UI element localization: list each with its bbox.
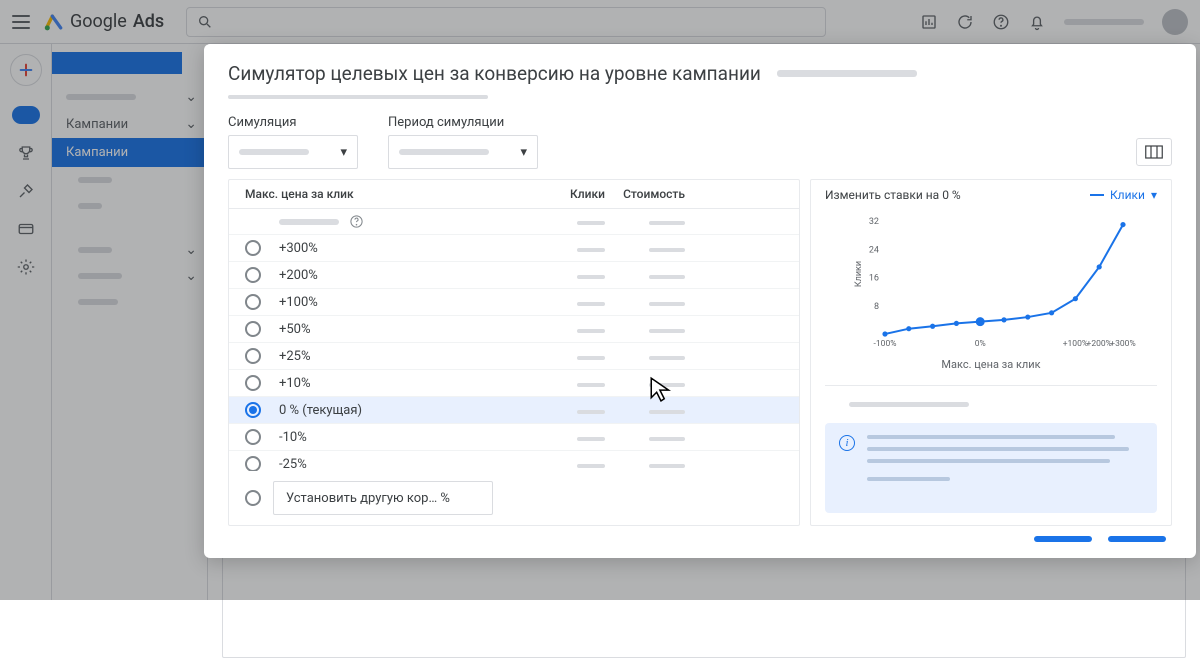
table-row[interactable]: -25%: [229, 451, 799, 471]
svg-text:+200%: +200%: [1087, 339, 1112, 349]
radio-option[interactable]: [245, 240, 261, 256]
table-row[interactable]: -10%: [229, 424, 799, 451]
col-cost: Стоимость: [605, 187, 685, 201]
modal-controls: Симуляция ▾ Период симуляции ▾: [228, 115, 1172, 169]
chart: 8 16 24 32 Клики -100% 0% +100%+200%+300%: [825, 206, 1157, 356]
custom-bid-row: Установить другую кор… %: [229, 471, 799, 525]
table-row[interactable]: 0 % (текущая): [229, 397, 799, 424]
table-row[interactable]: +200%: [229, 262, 799, 289]
svg-text:0%: 0%: [975, 339, 986, 349]
period-select: Период симуляции ▾: [388, 115, 538, 169]
col-max-cpc: Макс. цена за клик: [245, 187, 525, 201]
bid-change-label: +25%: [279, 349, 525, 364]
bid-change-label: -25%: [279, 457, 525, 472]
radio-option[interactable]: [245, 321, 261, 337]
table-row[interactable]: +10%: [229, 370, 799, 397]
help-icon[interactable]: [349, 214, 364, 229]
info-icon: i: [839, 435, 855, 451]
bid-change-label: +50%: [279, 322, 525, 337]
svg-text:+300%: +300%: [1110, 339, 1135, 349]
chart-panel: Изменить ставки на 0 % Клики ▾ 8 16 24 32 Кл…: [810, 179, 1172, 526]
table-row[interactable]: +25%: [229, 343, 799, 370]
layout-toggle[interactable]: [1136, 138, 1172, 166]
radio-option[interactable]: [245, 429, 261, 445]
period-dropdown[interactable]: ▾: [388, 135, 538, 169]
radio-option[interactable]: [245, 348, 261, 364]
custom-bid-input[interactable]: Установить другую кор… %: [273, 481, 493, 515]
radio-option[interactable]: [245, 456, 261, 471]
info-box: i: [825, 423, 1157, 513]
caret-down-icon: ▾: [520, 145, 527, 160]
radio-option[interactable]: [245, 294, 261, 310]
cancel-button[interactable]: [1034, 536, 1092, 542]
bid-simulator-modal: Симулятор целевых цен за конверсию на ур…: [204, 44, 1196, 558]
svg-text:-100%: -100%: [874, 339, 897, 349]
table-row[interactable]: +300%: [229, 235, 799, 262]
radio-option[interactable]: [245, 402, 261, 418]
bid-change-label: +300%: [279, 241, 525, 256]
simulation-dropdown[interactable]: ▾: [228, 135, 358, 169]
table-row-hint: [229, 209, 799, 235]
chart-legend[interactable]: Клики ▾: [1090, 188, 1157, 202]
bid-change-label: +200%: [279, 268, 525, 283]
bid-change-label: -10%: [279, 430, 525, 445]
apply-button[interactable]: [1108, 536, 1166, 542]
svg-text:Клики: Клики: [854, 261, 864, 287]
table-header: Макс. цена за клик Клики Стоимость: [229, 180, 799, 209]
chart-xlabel: Макс. цена за клик: [825, 358, 1157, 371]
caret-down-icon: ▾: [340, 145, 347, 160]
modal-subtitle: [228, 95, 488, 99]
bid-change-label: +100%: [279, 295, 525, 310]
radio-option[interactable]: [245, 375, 261, 391]
bid-change-label: +10%: [279, 376, 525, 391]
simulation-table: Макс. цена за клик Клики Стоимость +300%…: [228, 179, 800, 526]
svg-text:16: 16: [869, 274, 879, 284]
modal-title: Симулятор целевых цен за конверсию на ур…: [228, 62, 1172, 85]
simulation-select: Симуляция ▾: [228, 115, 358, 169]
columns-icon: [1145, 145, 1163, 159]
svg-text:+100%: +100%: [1063, 339, 1088, 349]
modal-actions: [228, 536, 1172, 542]
table-row[interactable]: +100%: [229, 289, 799, 316]
svg-text:24: 24: [869, 245, 879, 255]
radio-option[interactable]: [245, 267, 261, 283]
svg-text:32: 32: [869, 217, 879, 227]
svg-text:8: 8: [874, 302, 879, 312]
col-clicks: Клики: [525, 187, 605, 201]
table-row[interactable]: +50%: [229, 316, 799, 343]
radio-custom[interactable]: [245, 490, 261, 506]
caret-down-icon: ▾: [1151, 188, 1157, 202]
chart-context: Изменить ставки на 0 %: [825, 188, 961, 202]
bid-change-label: 0 % (текущая): [279, 403, 525, 418]
